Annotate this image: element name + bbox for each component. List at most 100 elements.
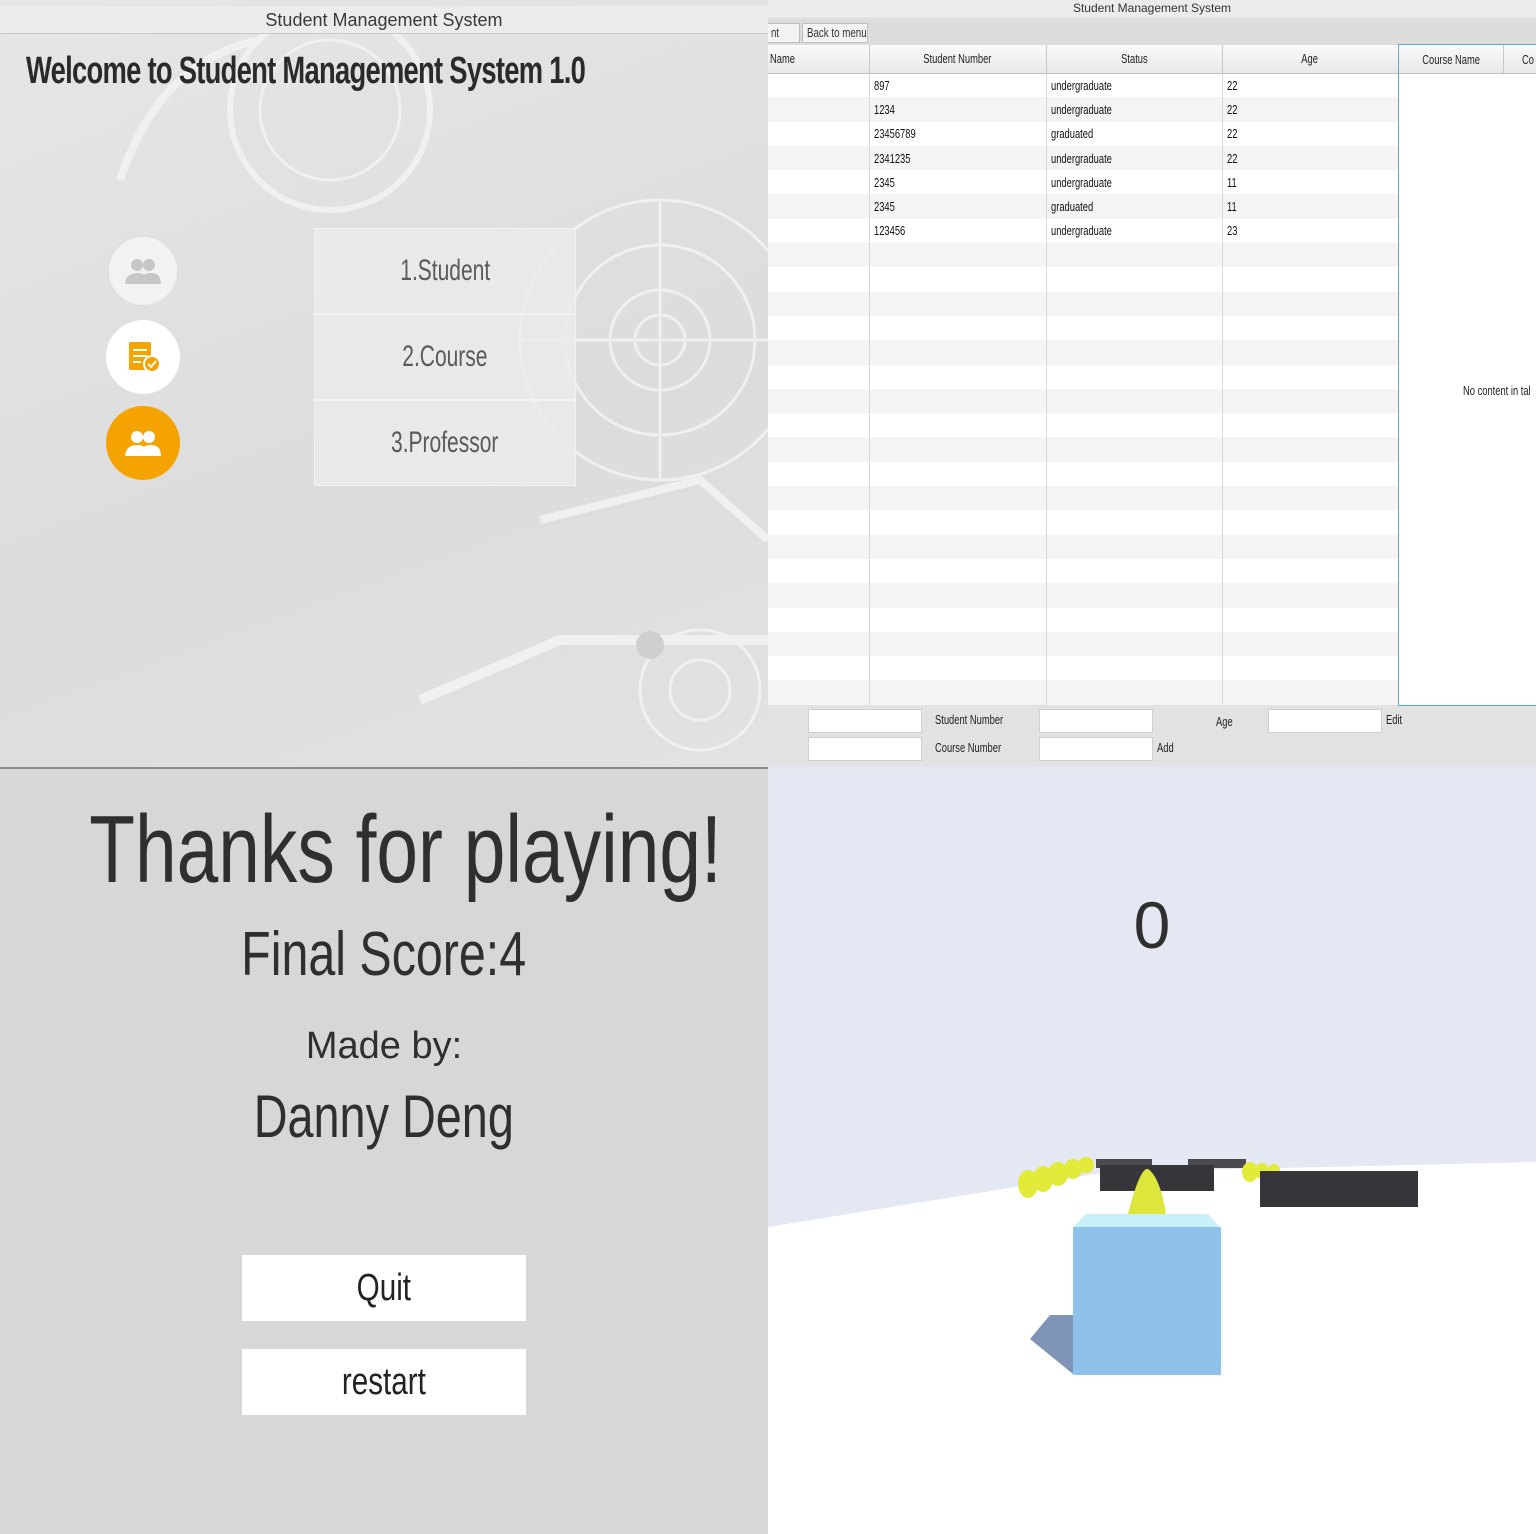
cell-status[interactable]	[1046, 510, 1223, 535]
table-row[interactable]: 897 undergraduate 22	[768, 73, 1399, 98]
cell-status[interactable]	[1046, 267, 1223, 292]
cell-age[interactable]: 22	[1222, 145, 1399, 171]
column-header-student-number[interactable]: Student Number	[869, 45, 1047, 74]
column-header-age[interactable]: Age	[1222, 45, 1399, 74]
cell-name[interactable]	[768, 315, 870, 341]
cell-name[interactable]	[768, 558, 870, 584]
cell-student-number[interactable]	[869, 583, 1047, 608]
cell-status[interactable]: graduated	[1046, 194, 1223, 219]
cell-student-number[interactable]	[869, 461, 1047, 487]
restart-button[interactable]: restart	[242, 1349, 526, 1415]
back-to-menu-button[interactable]: Back to menu	[802, 23, 868, 43]
cell-name[interactable]	[768, 218, 870, 244]
cell-status[interactable]: undergraduate	[1046, 97, 1223, 122]
cell-name[interactable]	[768, 413, 870, 438]
cell-age[interactable]	[1222, 340, 1399, 365]
cell-age[interactable]	[1222, 607, 1399, 632]
table-row[interactable]	[768, 583, 1399, 608]
cell-status[interactable]: undergraduate	[1046, 73, 1223, 98]
column-header-name[interactable]: Name	[768, 45, 870, 74]
table-row[interactable]: 1234 undergraduate 22	[768, 97, 1399, 122]
table-row[interactable]: 123456 undergraduate 23	[768, 218, 1399, 244]
cell-age[interactable]	[1222, 413, 1399, 438]
table-row[interactable]	[768, 631, 1399, 657]
cell-age[interactable]: 23	[1222, 218, 1399, 244]
professor-button[interactable]: 3.Professor	[314, 400, 576, 486]
cell-name[interactable]	[768, 583, 870, 608]
cell-student-number[interactable]	[869, 291, 1047, 316]
table-row[interactable]	[768, 510, 1399, 535]
cell-student-number[interactable]	[869, 510, 1047, 535]
add-button[interactable]: Add	[1157, 740, 1180, 755]
cell-age[interactable]	[1222, 267, 1399, 292]
cell-name[interactable]	[768, 291, 870, 316]
cell-name[interactable]	[768, 680, 870, 705]
cell-age[interactable]	[1222, 315, 1399, 341]
student-tab-button[interactable]: nt	[768, 23, 800, 43]
cell-age[interactable]	[1222, 558, 1399, 584]
cell-name[interactable]	[768, 340, 870, 365]
cell-student-number[interactable]	[869, 607, 1047, 632]
cell-age[interactable]	[1222, 656, 1399, 681]
column-header-status[interactable]: Status	[1046, 45, 1223, 74]
student-button[interactable]: 1.Student	[314, 228, 576, 314]
cell-student-number[interactable]	[869, 267, 1047, 292]
cell-status[interactable]	[1046, 607, 1223, 632]
quit-button[interactable]: Quit	[242, 1255, 526, 1321]
professor-icon[interactable]	[106, 406, 180, 480]
table-row[interactable]	[768, 267, 1399, 292]
table-row[interactable]	[768, 680, 1399, 705]
status-input[interactable]	[808, 737, 922, 761]
cell-student-number[interactable]	[869, 631, 1047, 657]
cell-student-number[interactable]	[869, 243, 1047, 268]
cell-status[interactable]	[1046, 680, 1223, 705]
cell-name[interactable]	[768, 73, 870, 98]
cell-name[interactable]	[768, 388, 870, 414]
table-row[interactable]	[768, 534, 1399, 559]
cell-name[interactable]	[768, 145, 870, 171]
cell-student-number[interactable]	[869, 656, 1047, 681]
cell-name[interactable]	[768, 121, 870, 146]
cell-status[interactable]	[1046, 583, 1223, 608]
table-row[interactable]	[768, 388, 1399, 414]
cell-student-number[interactable]	[869, 486, 1047, 511]
cell-age[interactable]	[1222, 243, 1399, 268]
cell-name[interactable]	[768, 243, 870, 268]
table-row[interactable]: 23456789 graduated 22	[768, 121, 1399, 146]
cell-age[interactable]	[1222, 486, 1399, 511]
cell-status[interactable]	[1046, 534, 1223, 559]
cell-age[interactable]: 22	[1222, 73, 1399, 98]
cell-status[interactable]	[1046, 461, 1223, 487]
cell-status[interactable]	[1046, 388, 1223, 414]
cell-student-number[interactable]: 1234	[869, 97, 1047, 122]
cell-name[interactable]	[768, 194, 870, 219]
course-document-icon[interactable]	[106, 320, 180, 394]
cell-name[interactable]	[768, 510, 870, 535]
cell-student-number[interactable]: 2345	[869, 194, 1047, 219]
cell-name[interactable]	[768, 631, 870, 657]
cell-status[interactable]	[1046, 364, 1223, 389]
table-row[interactable]	[768, 413, 1399, 438]
users-icon[interactable]	[106, 234, 180, 308]
cell-student-number[interactable]: 123456	[869, 218, 1047, 244]
cell-name[interactable]	[768, 364, 870, 389]
cell-age[interactable]	[1222, 388, 1399, 414]
table-row[interactable]	[768, 340, 1399, 365]
cell-age[interactable]: 11	[1222, 170, 1399, 195]
cell-status[interactable]	[1046, 413, 1223, 438]
cell-status[interactable]: undergraduate	[1046, 218, 1223, 244]
cell-status[interactable]	[1046, 558, 1223, 584]
cell-student-number[interactable]: 23456789	[869, 121, 1047, 146]
cell-status[interactable]	[1046, 243, 1223, 268]
cell-student-number[interactable]: 2345	[869, 170, 1047, 195]
cell-name[interactable]	[768, 607, 870, 632]
cell-student-number[interactable]: 897	[869, 73, 1047, 98]
cell-status[interactable]: graduated	[1046, 121, 1223, 146]
cell-student-number[interactable]	[869, 315, 1047, 341]
cell-age[interactable]	[1222, 583, 1399, 608]
table-row[interactable]	[768, 461, 1399, 487]
cell-name[interactable]	[768, 534, 870, 559]
student-number-input[interactable]	[1039, 709, 1153, 733]
cell-age[interactable]	[1222, 437, 1399, 462]
cell-name[interactable]	[768, 486, 870, 511]
